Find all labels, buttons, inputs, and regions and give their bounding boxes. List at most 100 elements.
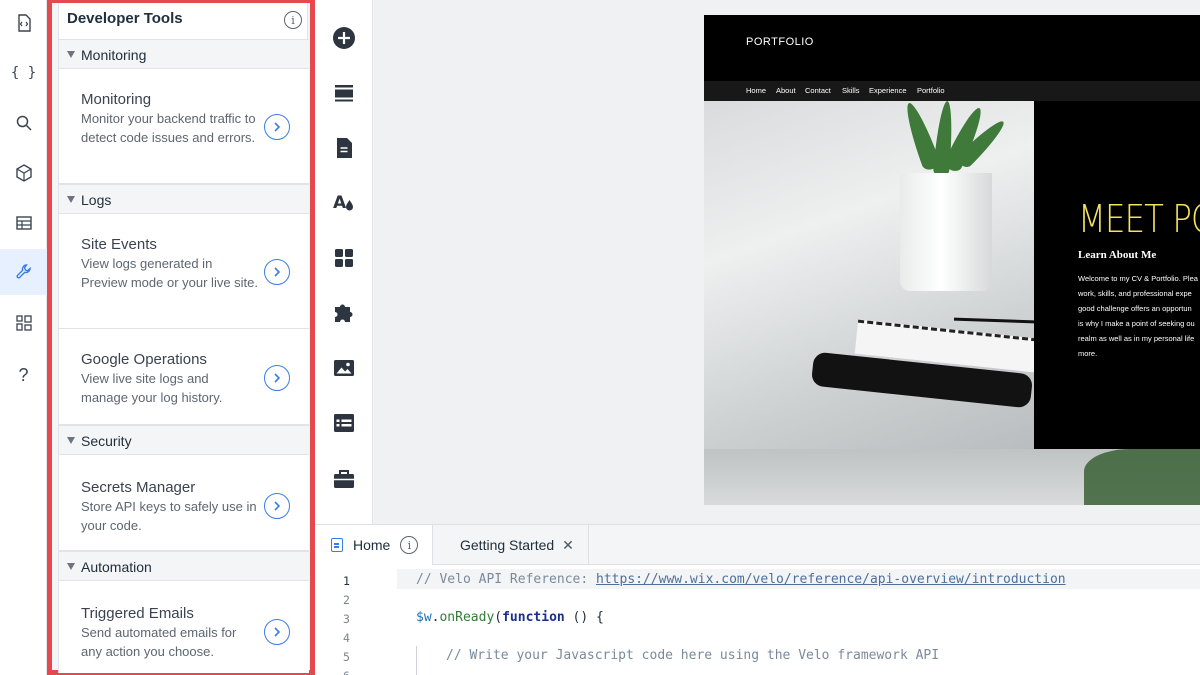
tool-item-monitoring[interactable]: Monitoring Monitor your backend traffic … <box>59 69 309 184</box>
sections-icon[interactable] <box>330 79 358 107</box>
section-label: Monitoring <box>81 47 147 63</box>
panel-title: Developer Tools <box>67 10 183 27</box>
page-icon <box>331 538 343 552</box>
info-icon[interactable]: i <box>400 536 419 554</box>
add-element-icon[interactable] <box>330 24 358 52</box>
tool-description: Store API keys to safely use in your cod… <box>81 499 257 533</box>
editor-tabs: Home i Getting Started ✕ <box>315 525 1200 565</box>
line-number: 5 <box>343 650 350 664</box>
developer-tools-list: Developer Tools i Monitoring Monitoring … <box>58 3 309 673</box>
nav-item-about[interactable]: About <box>776 86 796 95</box>
tab-label: Home <box>353 537 391 553</box>
hero-subtitle[interactable]: Learn About Me <box>1078 249 1156 261</box>
business-icon[interactable] <box>330 465 358 493</box>
code-token: () { <box>564 610 604 625</box>
help-icon[interactable]: ? <box>0 352 47 398</box>
collapse-triangle-icon <box>67 196 75 203</box>
nav-item-home[interactable]: Home <box>746 86 766 95</box>
code-token: onReady <box>439 610 495 625</box>
hero-image[interactable] <box>704 101 1034 449</box>
site-preview[interactable]: PORTFOLIO Home About Contact Skills Expe… <box>704 15 1200 505</box>
chevron-right-icon[interactable] <box>264 114 290 140</box>
tool-title: Triggered Emails <box>81 605 194 622</box>
tool-item-secrets-manager[interactable]: Secrets Manager Store API keys to safely… <box>59 455 309 551</box>
tab-home[interactable]: Home i <box>315 525 433 565</box>
site-logo[interactable]: PORTFOLIO <box>746 36 814 48</box>
tab-getting-started[interactable]: Getting Started ✕ <box>433 525 589 565</box>
page-code-icon[interactable] <box>0 0 47 46</box>
plant-pot <box>900 173 992 291</box>
code-token: ( <box>494 610 503 625</box>
tool-description: Send automated emails for any action you… <box>81 625 237 659</box>
site-nav-menu: Home About Contact Skills Experience Por… <box>704 81 1200 101</box>
line-number: 4 <box>343 631 350 645</box>
puzzle-icon[interactable] <box>330 299 358 327</box>
tool-title: Secrets Manager <box>81 479 196 496</box>
tool-item-google-operations[interactable]: Google Operations View live site logs an… <box>59 329 309 425</box>
code-editor: Home i Getting Started ✕ 1 2 3 4 5 6 // … <box>315 524 1200 675</box>
pen <box>953 317 1034 324</box>
tool-description: View live site logs and manage your log … <box>81 371 223 405</box>
chevron-right-icon[interactable] <box>264 493 290 519</box>
code-comment: // Write your Javascript code here using… <box>446 648 940 663</box>
section-security[interactable]: Security <box>59 425 309 455</box>
tool-description: Monitor your backend traffic to detect c… <box>81 111 256 145</box>
hero-title[interactable]: MEET POR <box>1078 197 1200 241</box>
indent-guide <box>416 646 417 675</box>
braces-icon[interactable]: { } <box>0 50 47 96</box>
chevron-right-icon[interactable] <box>264 259 290 285</box>
tool-title: Google Operations <box>81 351 207 368</box>
hero-body-text[interactable]: Welcome to my CV & Portfolio. Plea work,… <box>1078 271 1200 361</box>
section-logs[interactable]: Logs <box>59 184 309 214</box>
collapse-triangle-icon <box>67 563 75 570</box>
search-icon[interactable] <box>0 100 47 146</box>
line-number: 3 <box>343 612 350 626</box>
section-label: Security <box>81 433 132 449</box>
code-comment: // Velo API Reference: <box>416 572 597 587</box>
section-label: Logs <box>81 192 112 208</box>
nav-item-contact[interactable]: Contact <box>805 86 831 95</box>
code-line-5[interactable]: // Write your Javascript code here using… <box>446 648 939 663</box>
pages-icon[interactable] <box>330 134 358 162</box>
plant-leaf <box>1084 449 1200 505</box>
nav-item-experience[interactable]: Experience <box>869 86 907 95</box>
media-icon[interactable] <box>330 354 358 382</box>
wrench-icon[interactable] <box>0 249 47 295</box>
info-icon[interactable]: i <box>284 11 302 29</box>
svg-text:A: A <box>333 193 347 213</box>
nav-item-skills[interactable]: Skills <box>842 86 860 95</box>
line-number: 1 <box>343 574 350 588</box>
add-tools-bar: A <box>315 0 373 524</box>
code-token: function <box>502 610 565 625</box>
code-line-3[interactable]: $w.onReady(function () { <box>416 610 604 625</box>
line-numbers: 1 2 3 4 5 6 <box>315 565 385 675</box>
nav-item-portfolio[interactable]: Portfolio <box>917 86 945 95</box>
chevron-right-icon[interactable] <box>264 619 290 645</box>
left-sidebar: { } ? <box>0 0 47 675</box>
database-table-icon[interactable] <box>0 200 47 246</box>
tool-item-triggered-emails[interactable]: Triggered Emails Send automated emails f… <box>59 581 309 673</box>
tool-description: View logs generated in Preview mode or y… <box>81 256 259 290</box>
app-market-icon[interactable] <box>330 244 358 272</box>
collapse-triangle-icon <box>67 51 75 58</box>
tab-label: Getting Started <box>460 537 555 553</box>
editor-window: { } ? Developer Tools i Monitoring Monit… <box>0 0 1200 675</box>
chevron-right-icon[interactable] <box>264 365 290 391</box>
package-icon[interactable] <box>0 150 47 196</box>
line-number: 6 <box>343 669 350 675</box>
editor-canvas[interactable]: PORTFOLIO Home About Contact Skills Expe… <box>374 0 1200 524</box>
section-automation[interactable]: Automation <box>59 551 309 581</box>
tool-title: Monitoring <box>81 91 152 108</box>
theme-icon[interactable]: A <box>330 189 358 217</box>
collapse-triangle-icon <box>67 437 75 444</box>
section-label: Automation <box>81 559 152 575</box>
tool-item-site-events[interactable]: Site Events View logs generated in Previ… <box>59 214 309 329</box>
line-number: 2 <box>343 593 350 607</box>
section-monitoring[interactable]: Monitoring <box>59 39 309 69</box>
strip-image <box>704 449 1200 505</box>
code-line-1[interactable]: // Velo API Reference: https://www.wix.c… <box>416 572 1066 587</box>
close-icon[interactable]: ✕ <box>562 537 574 554</box>
apps-icon[interactable] <box>0 300 47 346</box>
cms-table-icon[interactable] <box>330 409 358 437</box>
api-reference-link[interactable]: https://www.wix.com/velo/reference/api-o… <box>596 572 1066 587</box>
